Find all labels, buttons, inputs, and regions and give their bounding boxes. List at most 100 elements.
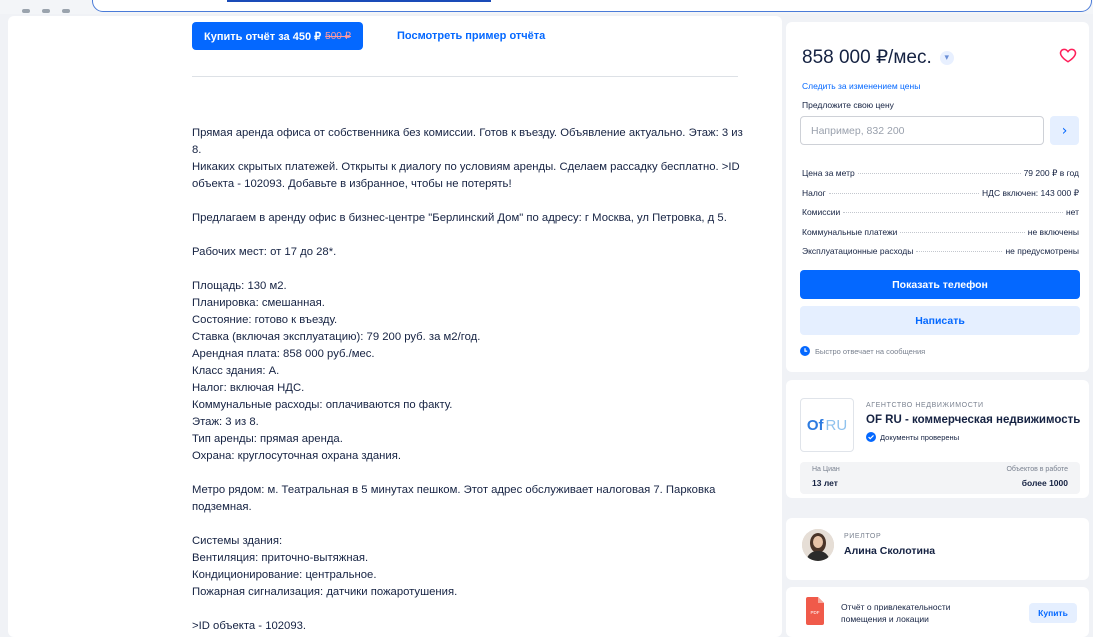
agency-name[interactable]: OF RU - коммерческая недвижимость xyxy=(866,414,1080,426)
price-card: 858 000 ₽/мес. ▾ Следить за изменением ц… xyxy=(786,22,1089,372)
clock-icon xyxy=(800,346,810,356)
fact-value: 79 200 ₽ в год xyxy=(1023,168,1079,178)
description-line: Тип аренды: прямая аренда. xyxy=(192,433,343,445)
report-buy-button[interactable]: Купить xyxy=(1029,603,1077,623)
stat-objects: Объектов в работе более 1000 xyxy=(1006,466,1068,490)
verified-text: Документы проверены xyxy=(880,432,960,442)
description-line: Вентиляция: приточно-вытяжная. xyxy=(192,552,369,564)
fact-row: Налог НДС включен: 143 000 ₽ xyxy=(802,188,1079,208)
fact-row: Цена за метр 79 200 ₽ в год xyxy=(802,168,1079,188)
browser-chrome xyxy=(0,0,1093,14)
stat-years: На Циан 13 лет xyxy=(812,466,840,490)
report-promo-text: Отчёт о привлекательности помещения и ло… xyxy=(841,602,951,624)
agency-logo-of: Of xyxy=(806,416,824,434)
fast-reply-text: Быстро отвечает на сообщения xyxy=(815,346,926,356)
stat-years-value: 13 лет xyxy=(812,478,838,488)
fact-value: НДС включен: 143 000 ₽ xyxy=(982,187,1079,198)
description-line: >ID объекта - 102093. xyxy=(192,620,307,632)
track-price-link[interactable]: Следить за изменением цены xyxy=(802,81,920,91)
offer-submit-button[interactable]: › xyxy=(1050,116,1079,145)
fact-label: Комиссии xyxy=(802,207,841,217)
verified-check-icon xyxy=(866,432,876,442)
report-promo-card: PDF Отчёт о привлекательности помещения … xyxy=(786,587,1089,637)
chevron-down-icon[interactable]: ▾ xyxy=(939,50,954,65)
divider xyxy=(192,76,738,77)
fact-leader-dots xyxy=(828,192,980,194)
agency-logo-ru: RU xyxy=(825,416,848,434)
agency-card[interactable]: Of RU АГЕНТСТВО НЕДВИЖИМОСТИ OF RU - ком… xyxy=(786,380,1089,498)
price-title-row: 858 000 ₽/мес. ▾ xyxy=(802,46,954,69)
fact-value: не включены xyxy=(1027,226,1079,237)
realtor-name[interactable]: Алина Сколотина xyxy=(844,545,935,557)
agency-logo[interactable]: Of RU xyxy=(800,398,854,452)
realtor-label: РИЕЛТОР xyxy=(844,533,882,540)
description-line: Состояние: готово к въезду. xyxy=(192,314,338,326)
description-line: Налог: включая НДС. xyxy=(192,382,305,394)
fact-row: Коммунальные платежи не включены xyxy=(802,227,1079,247)
chevron-right-icon: › xyxy=(1061,122,1068,139)
offer-price-label: Предложите свою цену xyxy=(802,100,894,110)
description-line: Метро рядом: м. Театральная в 5 минутах … xyxy=(192,484,716,513)
description-line: Предлагаем в аренду офис в бизнес-центре… xyxy=(192,212,727,224)
sample-report-link[interactable]: Посмотреть пример отчёта xyxy=(397,30,545,42)
description-line: Рабочих мест: от 17 до 28*. xyxy=(192,246,337,258)
description-line: Ставка (включая эксплуатацию): 79 200 ру… xyxy=(192,331,481,343)
browser-nav-buttons[interactable] xyxy=(22,0,82,13)
agency-stats: На Циан 13 лет Объектов в работе более 1… xyxy=(800,462,1080,494)
fact-label: Коммунальные платежи xyxy=(802,226,898,237)
buy-report-button[interactable]: Купить отчёт за 450 ₽ 500 ₽ xyxy=(192,22,363,50)
pdf-icon-label: PDF xyxy=(811,610,820,615)
fact-leader-dots xyxy=(916,251,1003,252)
realtor-card[interactable]: РИЕЛТОР Алина Сколотина xyxy=(786,518,1089,580)
description-card: Купить отчёт за 450 ₽ 500 ₽ Посмотреть п… xyxy=(8,16,782,637)
fact-value: нет xyxy=(1065,207,1079,217)
fact-leader-dots xyxy=(857,173,1021,174)
report-row: Купить отчёт за 450 ₽ 500 ₽ Посмотреть п… xyxy=(192,22,545,50)
fact-leader-dots xyxy=(900,231,1025,233)
offer-price-input[interactable] xyxy=(800,116,1044,145)
fact-label: Эксплуатационные расходы xyxy=(802,246,914,256)
price-facts: Цена за метр 79 200 ₽ в год Налог НДС включ… xyxy=(802,168,1079,266)
fast-reply-note: Быстро отвечает на сообщения xyxy=(800,346,925,356)
fact-row: Эксплуатационные расходы не предусмотрены xyxy=(802,246,1079,266)
stat-objects-label: Объектов в работе xyxy=(1006,466,1068,473)
address-text-selection xyxy=(227,0,491,2)
description-line: Планировка: смешанная. xyxy=(192,297,325,309)
fact-row: Комиссии нет xyxy=(802,207,1079,227)
documents-verified: Документы проверены xyxy=(866,432,959,442)
fact-value: не предусмотрены xyxy=(1005,246,1079,256)
listing-description: Прямая аренда офиса от собственника без … xyxy=(192,125,748,635)
fact-label: Цена за метр xyxy=(802,168,855,178)
description-line: Пожарная сигнализация: датчики пожаротуш… xyxy=(192,586,458,598)
description-line: Коммунальные расходы: оплачиваются по фа… xyxy=(192,399,453,411)
buy-report-old-price: 500 ₽ xyxy=(325,30,351,42)
description-line: Прямая аренда офиса от собственника без … xyxy=(192,127,743,156)
description-line: Арендная плата: 858 000 руб./мес. xyxy=(192,348,375,360)
avatar[interactable] xyxy=(802,529,834,561)
description-line: Никаких скрытых платежей. Открыты к диал… xyxy=(192,161,740,190)
fact-leader-dots xyxy=(843,212,1063,213)
show-phone-button[interactable]: Показать телефон xyxy=(800,270,1080,299)
description-line: Охрана: круглосуточная охрана здания. xyxy=(192,450,401,462)
description-line: Этаж: 3 из 8. xyxy=(192,416,259,428)
heart-icon[interactable] xyxy=(1059,46,1077,64)
fact-label: Налог xyxy=(802,187,826,198)
stat-objects-value: более 1000 xyxy=(1021,478,1068,488)
pdf-icon: PDF xyxy=(806,597,824,625)
description-line: Класс здания: А. xyxy=(192,365,280,377)
stat-years-label: На Циан xyxy=(812,466,840,473)
write-message-button[interactable]: Написать xyxy=(800,306,1080,335)
address-bar[interactable] xyxy=(92,0,1092,12)
description-line: Площадь: 130 м2. xyxy=(192,280,287,292)
price-value: 858 000 ₽/мес. xyxy=(802,47,932,68)
agency-type-label: АГЕНТСТВО НЕДВИЖИМОСТИ xyxy=(866,402,984,409)
description-line: Кондиционирование: центральное. xyxy=(192,569,377,581)
description-line: Системы здания: xyxy=(192,535,283,547)
buy-report-label: Купить отчёт за 450 ₽ xyxy=(204,30,322,43)
